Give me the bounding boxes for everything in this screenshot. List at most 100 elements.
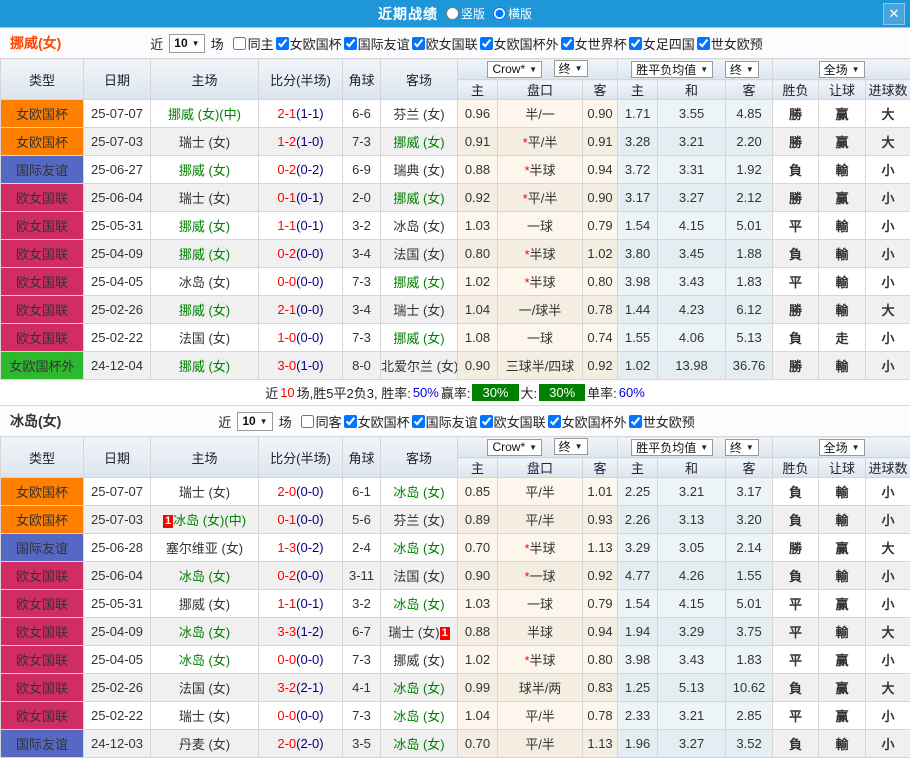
avg-odds-select[interactable]: 胜平负均值▼	[631, 439, 713, 456]
orientation-vertical-radio[interactable]: 竖版	[446, 5, 485, 22]
league-filter[interactable]: 女足四国	[627, 34, 695, 53]
halftime-score: (0-2)	[296, 162, 323, 177]
bookmaker-header: Crow*▼ 终▼	[458, 59, 618, 80]
league-filters: 女欧国杯 国际友谊 欧女国联 女欧国杯外 世女欧预	[342, 412, 695, 431]
match-count-select[interactable]: 10▼	[169, 34, 204, 53]
league-filter[interactable]: 女欧国杯	[274, 34, 342, 53]
competition-badge: 女欧国杯	[1, 100, 84, 128]
result-outcome: 負	[773, 674, 819, 702]
team-section: 挪威(女) 近 10▼ 场 同主 女欧国杯 国际友谊 欧女国联 女欧国杯外 女世…	[0, 28, 910, 406]
changed-line-marker: *	[523, 135, 528, 150]
league-filter[interactable]: 女世界杯	[559, 34, 627, 53]
vertical-radio-input[interactable]	[446, 7, 459, 20]
score: 3-2(2-1)	[259, 674, 343, 702]
result-outcome: 勝	[773, 352, 819, 380]
horizontal-radio-input[interactable]	[493, 7, 506, 20]
chevron-down-icon: ▼	[260, 417, 268, 426]
competition-badge: 欧女国联	[1, 702, 84, 730]
handicap-odds-away: 0.90	[583, 184, 618, 212]
result-handicap: 赢	[819, 646, 866, 674]
table-row: 国际友谊 25-06-28 塞尔维亚 (女) 1-3(0-2) 2-4 冰岛 (…	[1, 534, 910, 562]
league-checkbox[interactable]	[697, 37, 710, 50]
sub-header-result: 胜负	[773, 80, 819, 100]
sub-header-goals-result: 进球数	[866, 80, 910, 100]
scope-select[interactable]: 全场▼	[819, 61, 865, 78]
team-label: 瑞士 (女)	[179, 709, 230, 724]
league-filter[interactable]: 女欧国杯	[342, 412, 410, 431]
corner-score: 6-1	[343, 478, 381, 506]
handicap-odds-home: 0.96	[458, 100, 498, 128]
handicap-odds-home: 0.88	[458, 618, 498, 646]
avg-odds-away: 4.85	[726, 100, 773, 128]
team-label: 挪威 (女)	[179, 163, 230, 178]
scope-select[interactable]: 全场▼	[819, 439, 865, 456]
league-filter[interactable]: 女欧国杯外	[546, 412, 627, 431]
halftime-score: (0-0)	[296, 512, 323, 527]
league-checkbox[interactable]	[548, 415, 561, 428]
same-venue-checkbox[interactable]	[301, 415, 314, 428]
col-header-type: 类型	[1, 59, 84, 100]
bookmaker-header: Crow*▼ 终▼	[458, 437, 618, 458]
avg-stage-select[interactable]: 终▼	[725, 61, 759, 78]
league-filter[interactable]: 欧女国联	[410, 34, 478, 53]
vertical-radio-label: 竖版	[461, 5, 485, 22]
sub-header-handicap-result: 让球	[819, 80, 866, 100]
result-outcome: 負	[773, 240, 819, 268]
handicap-odds-home: 0.90	[458, 352, 498, 380]
result-goals: 小	[866, 352, 910, 380]
fulltime-score: 0-0	[277, 274, 296, 289]
league-checkbox[interactable]	[480, 415, 493, 428]
col-header-away: 客场	[381, 59, 458, 100]
close-button[interactable]: ✕	[883, 3, 905, 25]
league-filter[interactable]: 国际友谊	[342, 34, 410, 53]
odds-stage-select[interactable]: 终▼	[554, 438, 588, 455]
competition-badge: 欧女国联	[1, 184, 84, 212]
corner-score: 2-0	[343, 184, 381, 212]
league-checkbox[interactable]	[412, 415, 425, 428]
halftime-score: (1-1)	[296, 106, 323, 121]
score: 1-2(1-0)	[259, 128, 343, 156]
league-checkbox[interactable]	[344, 415, 357, 428]
league-filter[interactable]: 世女欧预	[695, 34, 763, 53]
handicap-line: 一/球半	[498, 296, 583, 324]
avg-odds-away: 5.13	[726, 324, 773, 352]
sub-header-avg-home: 主	[618, 458, 658, 478]
home-team: 挪威 (女)	[151, 296, 259, 324]
same-venue-checkbox[interactable]	[233, 37, 246, 50]
handicap-line: 半/一	[498, 100, 583, 128]
panel-title: 近期战绩	[378, 4, 438, 24]
odds-stage-select[interactable]: 终▼	[554, 60, 588, 77]
league-checkbox[interactable]	[480, 37, 493, 50]
table-row: 欧女国联 25-05-31 挪威 (女) 1-1(0-1) 3-2 冰岛 (女)…	[1, 212, 910, 240]
league-checkbox[interactable]	[561, 37, 574, 50]
avg-odds-away: 3.17	[726, 478, 773, 506]
league-filter[interactable]: 欧女国联	[478, 412, 546, 431]
bookmaker-select[interactable]: Crow*▼	[487, 61, 542, 78]
result-goals: 小	[866, 156, 910, 184]
league-checkbox[interactable]	[412, 37, 425, 50]
table-row: 女欧国杯 25-07-07 瑞士 (女) 2-0(0-0) 6-1 冰岛 (女)…	[1, 478, 910, 506]
orientation-horizontal-radio[interactable]: 横版	[493, 5, 532, 22]
avg-odds-draw: 4.15	[658, 590, 726, 618]
league-checkbox[interactable]	[276, 37, 289, 50]
league-filter[interactable]: 国际友谊	[410, 412, 478, 431]
league-filter[interactable]: 世女欧预	[627, 412, 695, 431]
league-filter[interactable]: 女欧国杯外	[478, 34, 559, 53]
league-checkbox[interactable]	[629, 415, 642, 428]
col-header-home: 主场	[151, 437, 259, 478]
col-header-score: 比分(半场)	[259, 437, 343, 478]
avg-odds-select[interactable]: 胜平负均值▼	[631, 61, 713, 78]
league-checkbox[interactable]	[629, 37, 642, 50]
avg-odds-draw: 4.26	[658, 562, 726, 590]
avg-odds-home: 3.29	[618, 534, 658, 562]
competition-badge: 女欧国杯外	[1, 352, 84, 380]
team-label: 芬兰 (女)	[393, 107, 444, 122]
league-checkbox[interactable]	[344, 37, 357, 50]
match-count-select[interactable]: 10▼	[237, 412, 272, 431]
fulltime-score: 2-1	[277, 302, 296, 317]
bookmaker-select[interactable]: Crow*▼	[487, 439, 542, 456]
avg-stage-select[interactable]: 终▼	[725, 439, 759, 456]
avg-odds-away: 3.20	[726, 506, 773, 534]
handicap-odds-away: 0.78	[583, 702, 618, 730]
home-team: 挪威 (女)(中)	[151, 100, 259, 128]
